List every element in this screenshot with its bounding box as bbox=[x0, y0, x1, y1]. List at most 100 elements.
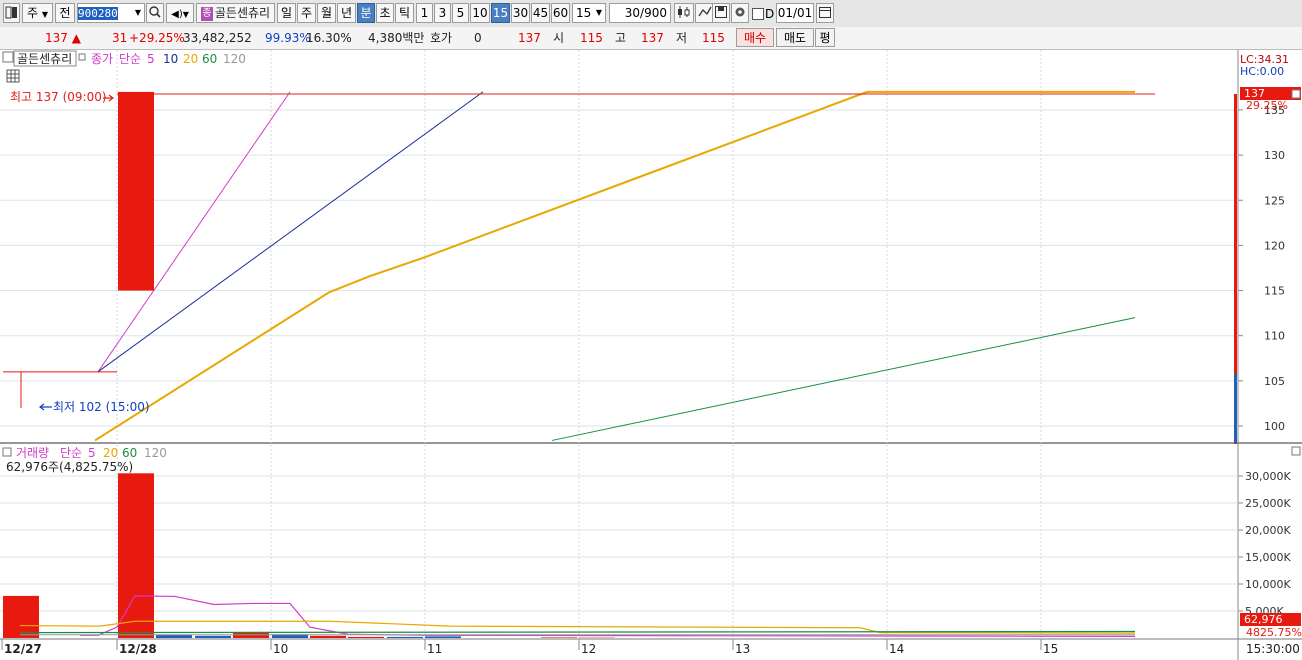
period-day-label: 일 bbox=[280, 6, 293, 20]
chevron-down-icon[interactable]: ▼ bbox=[135, 4, 141, 22]
legend-box-icon bbox=[78, 53, 86, 61]
volume-bar bbox=[541, 637, 577, 638]
legend-ma60: 60 bbox=[202, 52, 217, 66]
volume-bar bbox=[3, 595, 39, 638]
period-week-label: 주 bbox=[300, 6, 313, 20]
market-type-dropdown[interactable]: 주 ▼ bbox=[22, 3, 53, 23]
bar-count-input[interactable]: 30/900 bbox=[609, 3, 671, 23]
time-tick-label: 12 bbox=[581, 642, 596, 656]
search-button[interactable] bbox=[146, 3, 164, 23]
up-arrow-icon: ▲ bbox=[67, 31, 81, 45]
volume-bar bbox=[118, 473, 154, 638]
current-pct-tag: 29.25% bbox=[1246, 99, 1288, 112]
main-toolbar: 주 ▼ 전 900280 ▼ ◀)▼ 종 골든센츄리 일 주 월 년 분 초 틱 … bbox=[0, 0, 1302, 28]
stock-name-field[interactable]: 종 골든센츄리 bbox=[196, 3, 275, 23]
time-tick-label: 15 bbox=[1043, 642, 1058, 656]
hc-label: HC:0.00 bbox=[1240, 65, 1284, 78]
period-second-button[interactable]: 초 bbox=[376, 3, 394, 23]
buy-label: 매수 bbox=[743, 31, 767, 45]
volume-bar bbox=[195, 635, 231, 638]
panel-toggle-icon[interactable] bbox=[2, 51, 14, 63]
volume-tick-label: 25,000K bbox=[1245, 497, 1291, 510]
volume-tick-label: 15,000K bbox=[1245, 551, 1291, 564]
interval-15-button[interactable]: 15 bbox=[491, 3, 510, 23]
date-checkbox[interactable] bbox=[752, 8, 764, 20]
candle-type-button[interactable] bbox=[674, 3, 694, 23]
volume-legend-ma120: 120 bbox=[144, 446, 167, 460]
interval-3-label: 3 bbox=[438, 6, 447, 20]
volume-legend-ma-type: 단순 bbox=[60, 446, 82, 460]
interval-5-button[interactable]: 5 bbox=[452, 3, 469, 23]
interval-1-button[interactable]: 1 bbox=[416, 3, 433, 23]
volume-legend-ma5: 5 bbox=[88, 446, 96, 460]
adjust-mode-button[interactable]: 전 bbox=[55, 3, 75, 23]
axis-toggle-icon[interactable] bbox=[1291, 89, 1301, 99]
sound-dropdown[interactable]: ◀)▼ bbox=[166, 3, 194, 23]
low-label: 저 bbox=[676, 31, 688, 45]
time-tick-label: 11 bbox=[427, 642, 442, 656]
period-year-label: 년 bbox=[340, 6, 353, 20]
chart-layout-icon[interactable] bbox=[3, 3, 20, 23]
interval-10-button[interactable]: 10 bbox=[470, 3, 490, 23]
chart-area[interactable]: 100105110115120125130135 5,000K10,000K15… bbox=[0, 50, 1302, 660]
search-icon bbox=[149, 6, 161, 18]
time-tick-label: 13 bbox=[735, 642, 750, 656]
trade-amount: 4,380백만 bbox=[368, 31, 425, 45]
trend-line-icon bbox=[698, 6, 712, 17]
table-grid-icon[interactable] bbox=[6, 69, 20, 83]
market-type-value: 주 bbox=[26, 6, 39, 20]
stock-code-combo[interactable]: 900280 ▼ bbox=[77, 3, 145, 23]
period-month-button[interactable]: 월 bbox=[317, 3, 336, 23]
interval-select[interactable]: 15 ▼ bbox=[572, 3, 606, 23]
period-month-label: 월 bbox=[320, 6, 333, 20]
time-axis: 12/27 12/28 10 11 12 13 14 15 bbox=[1, 639, 1058, 656]
interval-select-value: 15 bbox=[576, 6, 592, 20]
period-day-button[interactable]: 일 bbox=[277, 3, 296, 23]
interval-60-button[interactable]: 60 bbox=[551, 3, 570, 23]
calendar-button[interactable] bbox=[816, 3, 834, 23]
volume-bar bbox=[310, 635, 346, 638]
legend-ma10: 10 bbox=[163, 52, 178, 66]
current-volume-tag-text: 62,976 bbox=[1244, 613, 1283, 626]
interval-45-button[interactable]: 45 bbox=[531, 3, 550, 23]
open-label: 시 bbox=[553, 31, 565, 45]
time-axis-clock: 15:30:00 bbox=[1246, 642, 1300, 656]
price-range-bar-down bbox=[1234, 374, 1237, 443]
price-tick-label: 125 bbox=[1264, 194, 1285, 207]
interval-30-button[interactable]: 30 bbox=[511, 3, 530, 23]
interval-3-button[interactable]: 3 bbox=[434, 3, 451, 23]
price-change-pct: +29.25% bbox=[129, 31, 185, 45]
open-value: 115 bbox=[580, 31, 603, 45]
current-price: 137 ▲ bbox=[45, 30, 81, 46]
time-tick-label: 12/28 bbox=[119, 642, 157, 656]
legend-ma-type: 단순 bbox=[119, 52, 141, 66]
eval-button[interactable]: 평 bbox=[815, 28, 835, 47]
settings-button[interactable] bbox=[731, 3, 749, 23]
date-checkbox-label: D bbox=[765, 7, 775, 21]
volume-info-label: 62,976주(4,825.75%) bbox=[6, 460, 133, 474]
hoga-label: 호가 bbox=[430, 31, 453, 45]
save-button[interactable] bbox=[712, 3, 730, 23]
price-value: 137 bbox=[45, 31, 68, 45]
price-change: 31 bbox=[112, 31, 128, 45]
volume-value: 33,482,252 bbox=[183, 31, 252, 45]
legend-ma120: 120 bbox=[223, 52, 246, 66]
price-panel-tab-label: 골든센츄리 bbox=[17, 52, 72, 66]
volume-legend-ma20: 20 bbox=[103, 446, 118, 460]
volume-axis-toggle-icon[interactable] bbox=[1291, 446, 1301, 456]
period-week-button[interactable]: 주 bbox=[297, 3, 316, 23]
sell-button[interactable]: 매도 bbox=[776, 28, 814, 47]
interval-10-label: 10 bbox=[472, 6, 488, 20]
buy-button[interactable]: 매수 bbox=[736, 28, 774, 47]
stock-code-input[interactable]: 900280 bbox=[78, 7, 118, 20]
date-input[interactable]: 01/01 bbox=[776, 3, 814, 23]
volume-bar bbox=[348, 636, 384, 638]
period-minute-button[interactable]: 분 bbox=[357, 3, 375, 23]
volume-ma5-line bbox=[80, 595, 1136, 637]
volume-panel-toggle-icon[interactable] bbox=[2, 447, 12, 457]
price-tick-label: 100 bbox=[1264, 420, 1285, 433]
period-tick-button[interactable]: 틱 bbox=[395, 3, 414, 23]
period-year-button[interactable]: 년 bbox=[337, 3, 356, 23]
chevron-down-icon: ▼ bbox=[595, 8, 602, 17]
gear-icon bbox=[735, 7, 745, 17]
